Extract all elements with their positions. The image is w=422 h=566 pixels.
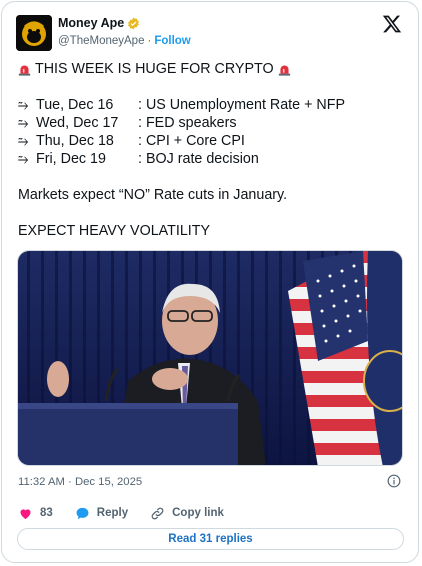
schedule-event: US Unemployment Rate + NFP <box>145 97 345 113</box>
siren-emoji-icon <box>278 64 290 76</box>
reply-bubble-icon <box>76 507 89 519</box>
heart-icon <box>20 508 31 519</box>
link-icon <box>151 507 164 519</box>
tweet-timestamp[interactable]: 11:32 AM · Dec 15, 2025 <box>18 476 142 488</box>
author-name[interactable]: Money Ape <box>58 16 124 30</box>
schedule-event: BOJ rate decision <box>145 151 259 167</box>
ape-logo-icon <box>16 15 52 51</box>
tweet-body: THIS WEEK IS HUGE FOR CRYPTO ⥲ Tue, Dec 1… <box>18 60 408 240</box>
author-handle[interactable]: @TheMoneyApe <box>58 35 144 47</box>
schedule-day: Thu, Dec 18 <box>36 133 114 149</box>
schedule-separator: : <box>138 115 146 131</box>
siren-emoji-icon <box>18 64 31 76</box>
tweet-photo[interactable] <box>17 250 403 466</box>
headline-text: THIS WEEK IS HUGE FOR CRYPTO <box>35 61 274 77</box>
reply-button[interactable]: Reply <box>75 506 128 521</box>
schedule-item: ⥲ Thu, Dec 18: CPI + Core CPI <box>18 132 408 150</box>
copy-link-label: Copy link <box>172 507 224 519</box>
closing-text: EXPECT HEAVY VOLATILITY <box>18 223 211 239</box>
follow-button[interactable]: Follow <box>154 35 190 47</box>
author-name-row[interactable]: Money Ape <box>58 16 140 30</box>
schedule-day: Tue, Dec 16 <box>36 97 114 113</box>
schedule-day: Wed, Dec 17 <box>36 115 119 131</box>
x-logo-icon[interactable] <box>382 14 402 34</box>
copy-link-button[interactable]: Copy link <box>150 506 224 521</box>
verified-badge-icon <box>128 17 140 29</box>
schedule-separator: : <box>138 97 146 113</box>
tweet-time: 11:32 AM <box>18 476 65 488</box>
right-arrow-icon: ⥲ <box>18 151 29 166</box>
note-text: Markets expect “NO” Rate cuts in January… <box>18 187 288 203</box>
schedule-separator: : <box>138 151 146 167</box>
headline-line: THIS WEEK IS HUGE FOR CRYPTO <box>18 60 408 78</box>
schedule-event: CPI + Core CPI <box>145 133 245 149</box>
schedule-item: ⥲ Wed, Dec 17: FED speakers <box>18 114 408 132</box>
separator-dot: · <box>147 35 152 47</box>
read-replies-button[interactable]: Read 31 replies <box>17 528 404 550</box>
like-button[interactable]: 83 <box>18 506 53 521</box>
schedule-day: Fri, Dec 19 <box>36 151 106 167</box>
tweet-date: Dec 15, 2025 <box>74 476 143 488</box>
avatar[interactable] <box>16 15 52 51</box>
author-handle-row: @TheMoneyApe · Follow <box>58 35 191 47</box>
like-count: 83 <box>40 507 53 519</box>
reply-label: Reply <box>96 507 129 519</box>
schedule-event: FED speakers <box>145 115 237 131</box>
press-conference-photo <box>18 251 402 465</box>
schedule-item: ⥲ Fri, Dec 19: BOJ rate decision <box>18 150 408 168</box>
separator-dot: · <box>68 476 72 488</box>
schedule-separator: : <box>138 133 146 149</box>
right-arrow-icon: ⥲ <box>18 115 29 130</box>
right-arrow-icon: ⥲ <box>18 133 29 148</box>
tweet-card: Money Ape @TheMoneyApe · Follow THIS WEEK … <box>1 1 419 563</box>
schedule-item: ⥲ Tue, Dec 16: US Unemployment Rate + NFP <box>18 96 408 114</box>
action-bar: 83 Reply Copy link <box>18 504 246 522</box>
info-icon[interactable] <box>387 474 401 488</box>
right-arrow-icon: ⥲ <box>18 97 29 112</box>
